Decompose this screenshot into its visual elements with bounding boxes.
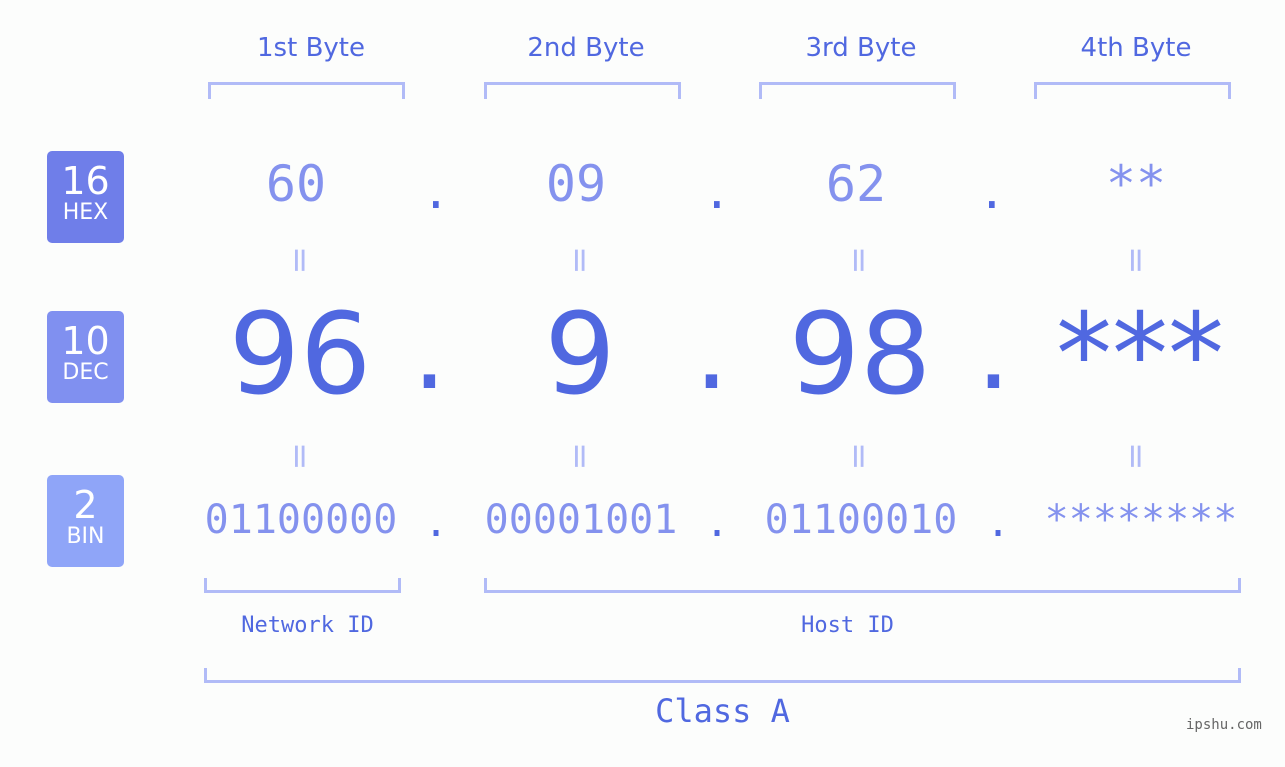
hex-value-2: 09: [545, 155, 607, 213]
hex-badge-base: 16: [61, 159, 110, 203]
bin-badge: 2 BIN: [47, 475, 124, 567]
equals-icon: =: [839, 246, 879, 275]
byte-bracket-2: [484, 82, 681, 99]
byte-bracket-4: [1034, 82, 1231, 99]
hex-separator: .: [703, 165, 731, 219]
class-bracket: [204, 668, 1241, 683]
bin-value-1: 01100000: [204, 497, 398, 543]
equals-icon: =: [839, 442, 879, 471]
hex-badge-label: HEX: [62, 200, 109, 225]
hex-value-4: **: [1105, 155, 1167, 213]
bin-badge-base: 2: [73, 483, 98, 527]
equals-icon: =: [560, 246, 600, 275]
dec-value-2: 9: [544, 290, 616, 420]
network-id-bracket: [204, 578, 401, 593]
bin-value-2: 00001001: [484, 497, 678, 543]
dec-value-1: 96: [228, 290, 372, 420]
dec-separator: .: [694, 286, 729, 414]
watermark: ipshu.com: [1186, 717, 1262, 733]
bin-separator: .: [705, 500, 730, 546]
bin-value-3: 01100010: [764, 497, 958, 543]
hex-value-1: 60: [265, 155, 327, 213]
byte-bracket-1: [208, 82, 405, 99]
bin-separator: .: [986, 500, 1011, 546]
host-id-label: Host ID: [801, 613, 894, 638]
equals-icon: =: [1116, 246, 1156, 275]
byte-header-2: 2nd Byte: [527, 33, 645, 63]
bin-separator: .: [424, 500, 449, 546]
dec-badge: 10 DEC: [47, 311, 124, 403]
network-id-label: Network ID: [241, 613, 374, 638]
dec-badge-base: 10: [61, 319, 110, 363]
byte-header-3: 3rd Byte: [805, 33, 917, 63]
class-label: Class A: [655, 692, 790, 730]
hex-value-3: 62: [825, 155, 887, 213]
dec-separator: .: [976, 286, 1011, 414]
bin-value-4: ********: [1044, 497, 1238, 543]
dec-badge-label: DEC: [62, 360, 109, 385]
dec-value-4: ***: [1056, 290, 1224, 420]
equals-icon: =: [560, 442, 600, 471]
host-id-bracket: [484, 578, 1241, 593]
equals-icon: =: [280, 442, 320, 471]
equals-icon: =: [280, 246, 320, 275]
hex-separator: .: [422, 165, 450, 219]
bin-badge-label: BIN: [66, 524, 105, 549]
dec-separator: .: [412, 286, 447, 414]
byte-bracket-3: [759, 82, 956, 99]
hex-badge: 16 HEX: [47, 151, 124, 243]
byte-header-1: 1st Byte: [257, 33, 365, 63]
dec-value-3: 98: [788, 290, 932, 420]
hex-separator: .: [978, 165, 1006, 219]
byte-header-4: 4th Byte: [1080, 33, 1192, 63]
equals-icon: =: [1116, 442, 1156, 471]
